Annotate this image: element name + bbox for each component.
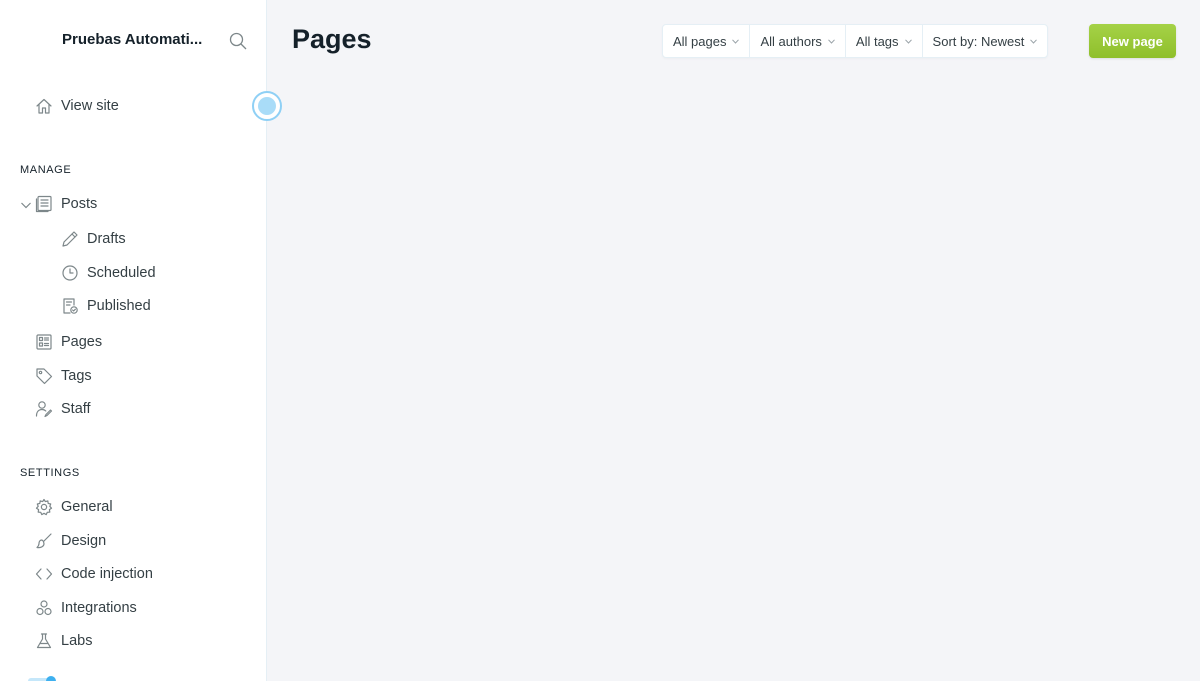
flask-icon xyxy=(35,632,53,650)
posts-icon xyxy=(35,195,53,213)
settings-heading: SETTINGS xyxy=(20,467,80,479)
sidebar-item-label: Published xyxy=(87,298,151,314)
tag-icon xyxy=(35,367,53,385)
sidebar-item-scheduled[interactable]: Scheduled xyxy=(61,261,156,285)
sidebar-item-drafts[interactable]: Drafts xyxy=(61,227,126,251)
site-title[interactable]: Pruebas Automati... xyxy=(62,31,217,48)
sidebar-item-design[interactable]: Design xyxy=(35,529,106,553)
page-title: Pages xyxy=(292,24,372,54)
pencil-icon xyxy=(61,230,79,248)
filter-authors-dropdown[interactable]: All authors xyxy=(750,25,846,57)
sidebar-item-label: View site xyxy=(61,98,119,114)
sidebar-item-label: Pages xyxy=(61,334,103,350)
sidebar-item-integrations[interactable]: Integrations xyxy=(35,596,137,620)
sidebar-item-staff[interactable]: Staff xyxy=(35,397,91,421)
brush-icon xyxy=(35,532,53,550)
sidebar-item-published[interactable]: Published xyxy=(61,294,151,318)
sidebar-item-tags[interactable]: Tags xyxy=(35,364,92,388)
chevron-down-icon xyxy=(1030,38,1038,44)
sidebar-item-label: Posts xyxy=(61,196,98,212)
sidebar-item-code-injection[interactable]: Code injection xyxy=(35,562,153,586)
sidebar-item-view-site[interactable]: View site xyxy=(35,94,119,118)
sidebar-item-label: Design xyxy=(61,533,107,549)
integrations-icon xyxy=(35,599,53,617)
sidebar-item-general[interactable]: General xyxy=(35,495,113,519)
onboarding-pulse-indicator[interactable] xyxy=(252,91,282,121)
gear-icon xyxy=(35,498,53,516)
code-icon xyxy=(35,565,53,583)
sidebar-item-label: General xyxy=(61,499,113,515)
filter-label: Sort by: Newest xyxy=(932,33,1025,49)
sidebar-item-label: Scheduled xyxy=(87,265,156,281)
sidebar-item-label: Staff xyxy=(61,401,91,417)
chevron-down-icon[interactable] xyxy=(20,199,32,211)
search-icon[interactable] xyxy=(228,31,248,51)
staff-icon xyxy=(35,400,53,418)
chevron-down-icon xyxy=(904,38,912,44)
home-icon xyxy=(35,97,53,115)
sidebar: Pruebas Automati... View site MANAGE Pos… xyxy=(0,0,282,681)
filter-label: All tags xyxy=(855,33,899,49)
sidebar-item-label: Code injection xyxy=(61,566,153,582)
chevron-down-icon xyxy=(828,38,835,44)
sidebar-item-labs[interactable]: Labs xyxy=(35,629,92,653)
chevron-down-icon xyxy=(732,38,740,44)
filter-tags-dropdown[interactable]: All tags xyxy=(846,25,923,57)
published-icon xyxy=(61,297,79,315)
sidebar-item-pages[interactable]: Pages xyxy=(35,330,102,354)
filter-label: All authors xyxy=(760,33,822,49)
filter-label: All pages xyxy=(673,33,727,49)
user-menu-toggle-icon[interactable] xyxy=(28,676,58,681)
sidebar-item-label: Drafts xyxy=(87,231,126,247)
new-page-button[interactable]: New page xyxy=(1089,24,1176,58)
filter-page-type-dropdown[interactable]: All pages xyxy=(663,25,751,57)
pages-icon xyxy=(35,333,53,351)
sidebar-item-label: Tags xyxy=(61,368,92,384)
sidebar-item-posts[interactable]: Posts xyxy=(35,192,97,216)
sidebar-item-label: Integrations xyxy=(61,600,137,616)
clock-icon xyxy=(61,264,79,282)
filter-bar: All pages All authors All tags Sort by: … xyxy=(662,24,1049,58)
sidebar-item-label: Labs xyxy=(61,633,93,649)
manage-heading: MANAGE xyxy=(20,164,72,176)
sort-order-dropdown[interactable]: Sort by: Newest xyxy=(923,25,1048,57)
